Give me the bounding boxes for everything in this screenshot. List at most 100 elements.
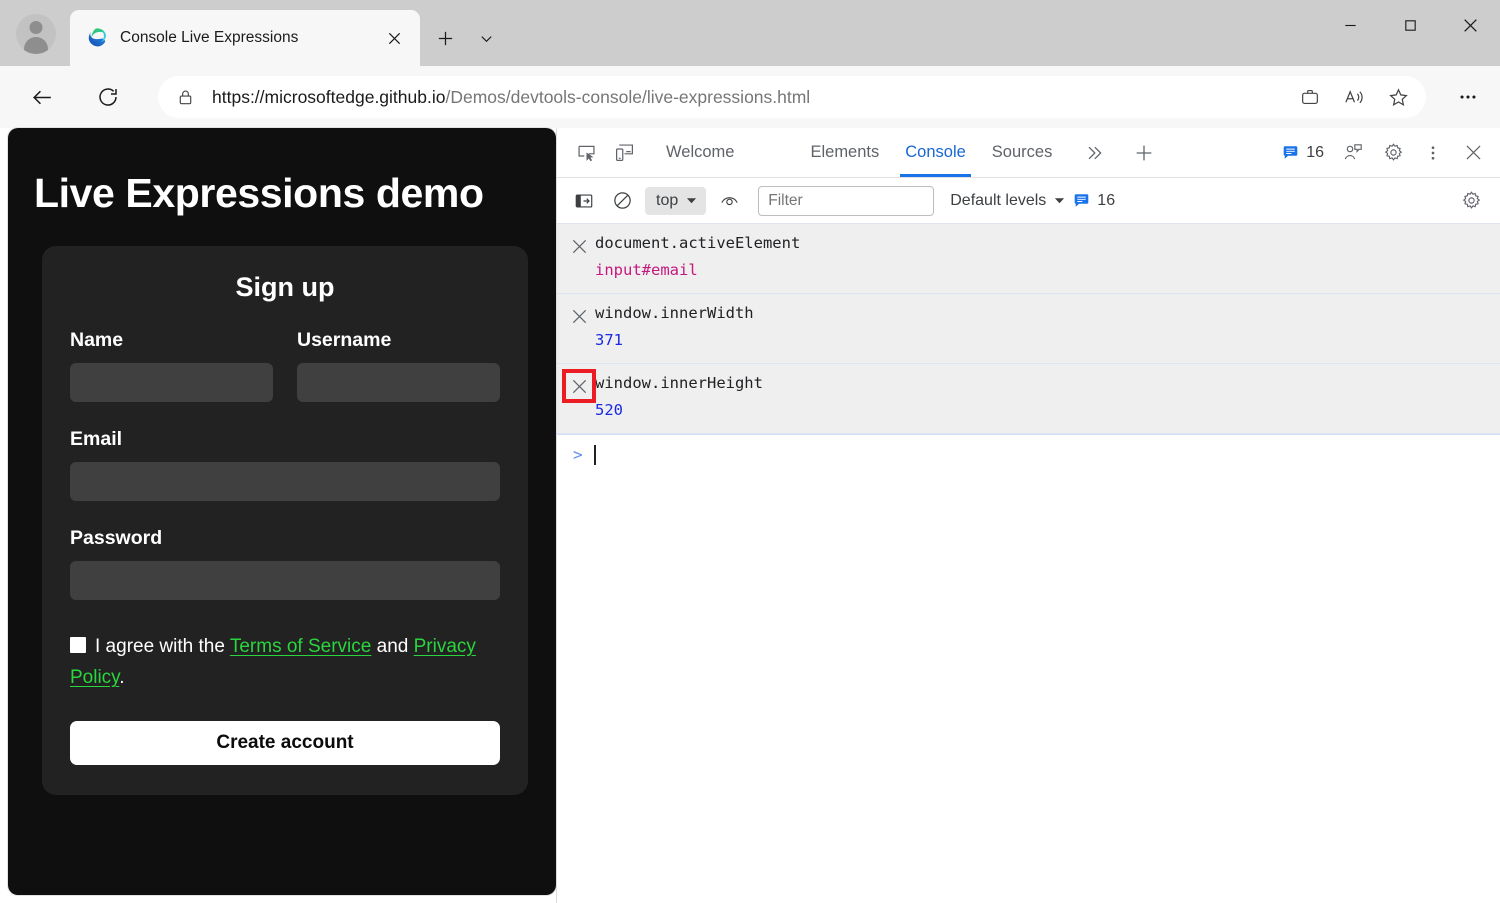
email-label: Email <box>70 428 500 451</box>
live-expressions-list: document.activeElement input#email windo… <box>557 224 1500 474</box>
collections-icon[interactable] <box>1288 79 1332 115</box>
tab-welcome-label: Welcome <box>666 143 734 162</box>
read-aloud-icon[interactable] <box>1332 79 1376 115</box>
live-expression-row: window.innerWidth 371 <box>557 294 1500 364</box>
close-button[interactable] <box>1440 0 1500 50</box>
minimize-button[interactable] <box>1320 0 1380 50</box>
console-settings-gear-icon[interactable] <box>1452 182 1490 220</box>
chevron-down-icon <box>1054 195 1065 206</box>
live-expression-text[interactable]: document.activeElement <box>595 232 1500 255</box>
username-input[interactable] <box>297 363 500 402</box>
create-account-button[interactable]: Create account <box>70 721 500 765</box>
signup-title: Sign up <box>70 272 500 303</box>
refresh-button[interactable] <box>88 77 128 117</box>
context-selector[interactable]: top <box>645 187 706 215</box>
agree-text-middle: and <box>371 636 413 657</box>
create-live-expression-icon[interactable] <box>710 182 748 220</box>
agree-checkbox[interactable] <box>70 637 86 653</box>
field-name: Name <box>70 329 273 402</box>
avatar <box>16 14 56 54</box>
live-expression-text[interactable]: window.innerHeight <box>595 372 1500 395</box>
field-password: Password <box>70 527 500 600</box>
console-prompt[interactable]: > <box>557 434 1500 474</box>
close-devtools-icon[interactable] <box>1454 134 1492 172</box>
url-text: https://microsoftedge.github.io/Demos/de… <box>212 87 1288 108</box>
feedback-icon[interactable] <box>1334 134 1372 172</box>
console-messages-count: 16 <box>1097 192 1115 210</box>
console-filter-input[interactable] <box>758 186 934 216</box>
password-input[interactable] <box>70 561 500 600</box>
live-expression-text[interactable]: window.innerWidth <box>595 302 1500 325</box>
terms-of-service-link[interactable]: Terms of Service <box>230 636 371 657</box>
field-email: Email <box>70 428 500 501</box>
issues-badge[interactable]: 16 <box>1274 144 1332 162</box>
tab-close-icon[interactable] <box>380 24 408 52</box>
inspect-element-icon[interactable] <box>567 134 605 172</box>
tab-title: Console Live Expressions <box>120 29 380 47</box>
settings-and-more-button[interactable] <box>1448 77 1488 117</box>
console-messages-badge[interactable]: 16 <box>1065 192 1123 210</box>
prompt-caret <box>594 445 596 465</box>
tab-actions-button[interactable] <box>470 24 502 52</box>
name-input[interactable] <box>70 363 273 402</box>
devtools-panel: Welcome Elements Console Sources <box>556 128 1500 903</box>
agree-text-before: I agree with the <box>95 636 230 657</box>
page-title: Live Expressions demo <box>34 170 556 217</box>
clear-console-icon[interactable] <box>603 182 641 220</box>
log-levels-selector[interactable]: Default levels <box>950 192 1065 210</box>
devtools-tab-bar: Welcome Elements Console Sources <box>557 128 1500 178</box>
email-input[interactable] <box>70 462 500 501</box>
tab-welcome[interactable]: Welcome <box>653 128 747 177</box>
tab-elements-label: Elements <box>810 143 879 162</box>
tab-elements[interactable]: Elements <box>797 128 892 177</box>
favorites-icon[interactable] <box>1376 79 1420 115</box>
context-selector-label: top <box>656 192 678 210</box>
address-bar[interactable]: https://microsoftedge.github.io/Demos/de… <box>158 76 1426 118</box>
tab-sources[interactable]: Sources <box>979 128 1066 177</box>
window-controls <box>1320 0 1500 50</box>
back-button[interactable] <box>22 77 62 117</box>
live-expression-value: 520 <box>595 398 1500 423</box>
tab-console[interactable]: Console <box>892 128 979 177</box>
new-tab-button[interactable] <box>428 22 462 54</box>
name-label: Name <box>70 329 273 352</box>
device-emulation-icon[interactable] <box>605 134 643 172</box>
live-expression-row: document.activeElement input#email <box>557 224 1500 294</box>
agree-text-after: . <box>119 667 124 688</box>
title-bar: Console Live Expressions <box>0 0 1500 66</box>
lock-icon <box>172 88 198 107</box>
customize-devtools-kebab-icon[interactable] <box>1414 134 1452 172</box>
message-bubble-icon <box>1282 144 1299 161</box>
live-expression-value: 371 <box>595 328 1500 353</box>
tab-sources-label: Sources <box>992 143 1053 162</box>
url-domain: https://microsoftedge.github.io <box>212 87 445 107</box>
console-sidebar-toggle-icon[interactable] <box>565 182 603 220</box>
prompt-chevron-icon: > <box>573 445 583 464</box>
devtools-settings-gear-icon[interactable] <box>1374 134 1412 172</box>
field-username: Username <box>297 329 500 402</box>
add-panel-icon[interactable] <box>1125 134 1163 172</box>
live-expression-row: window.innerHeight 520 <box>557 364 1500 434</box>
signup-card: Sign up Name Username Email Password <box>42 246 528 795</box>
browser-toolbar: https://microsoftedge.github.io/Demos/de… <box>0 66 1500 128</box>
name-username-row: Name Username <box>70 329 500 402</box>
live-expression-value: input#email <box>595 258 1500 283</box>
more-tabs-chevrons-icon[interactable] <box>1075 134 1113 172</box>
tab-console-label: Console <box>905 143 966 162</box>
username-label: Username <box>297 329 500 352</box>
remove-live-expression-icon[interactable] <box>565 232 593 260</box>
devtools-tabbar-right: 16 <box>1274 128 1492 177</box>
log-levels-label: Default levels <box>950 192 1046 210</box>
omnibox-actions <box>1288 79 1420 115</box>
profile-button[interactable] <box>12 10 60 58</box>
browser-window: Console Live Expressions <box>0 0 1500 903</box>
edge-logo-icon <box>86 27 108 49</box>
remove-live-expression-icon[interactable] <box>565 372 593 400</box>
browser-tab[interactable]: Console Live Expressions <box>70 10 420 66</box>
remove-live-expression-icon[interactable] <box>565 302 593 330</box>
maximize-button[interactable] <box>1380 0 1440 50</box>
chevron-down-icon <box>686 195 697 206</box>
terms-agreement: I agree with the Terms of Service and Pr… <box>70 631 500 694</box>
message-bubble-icon <box>1073 192 1090 209</box>
console-toolbar: top Default levels <box>557 178 1500 224</box>
